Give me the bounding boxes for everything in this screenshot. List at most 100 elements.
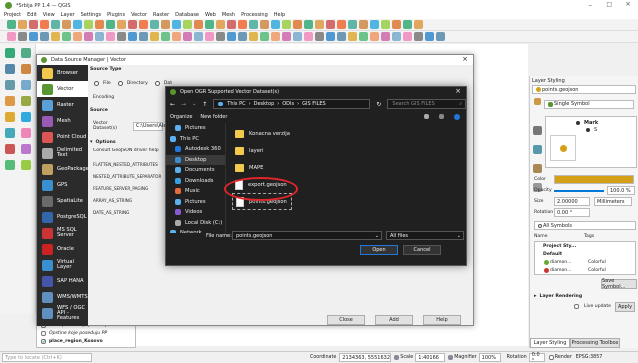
add-layer-tool-icon[interactable]	[5, 96, 15, 106]
sidebar-item-virtual-layer[interactable]: Virtual Layer	[37, 257, 88, 273]
toolbar-tool-icon[interactable]	[392, 32, 401, 41]
dsm-close-icon[interactable]: ×	[462, 55, 468, 63]
toolbar-tool-icon[interactable]	[194, 32, 203, 41]
toolbar-tool-icon[interactable]	[161, 20, 170, 29]
add-layer-tool-icon[interactable]	[5, 112, 15, 122]
toolbar-tool-icon[interactable]	[238, 20, 247, 29]
toolbar-tool-icon[interactable]	[414, 32, 423, 41]
toolbar-tool-icon[interactable]	[271, 32, 280, 41]
cancel-button[interactable]: Cancel	[403, 245, 441, 255]
menu-plugins[interactable]: Plugins	[107, 12, 125, 18]
toolbar-tool-icon[interactable]	[84, 20, 93, 29]
nav-item-documents[interactable]: Documents	[166, 165, 225, 176]
toolbar-tool-icon[interactable]	[73, 32, 82, 41]
coordinate-field[interactable]: 2134363, 5551632	[339, 353, 392, 362]
toolbar-tool-icon[interactable]	[183, 20, 192, 29]
toolbar-tool-icon[interactable]	[51, 20, 60, 29]
add-layer-tool-icon[interactable]	[21, 80, 31, 90]
toolbar-tool-icon[interactable]	[436, 32, 445, 41]
toolbar-tool-icon[interactable]	[161, 32, 170, 41]
file-list-item[interactable]: Konacna verzija	[232, 125, 462, 142]
toolbar-tool-icon[interactable]	[282, 32, 291, 41]
renderer-combo[interactable]: Single Symbol	[544, 99, 634, 109]
consult-link[interactable]: Consult GeoJSON driver help page	[90, 148, 160, 158]
toolbar-tool-icon[interactable]	[260, 32, 269, 41]
toolbar-tool-icon[interactable]	[7, 32, 16, 41]
open-button[interactable]: Open	[360, 245, 398, 255]
opacity-spinbox[interactable]: 100.0 %	[607, 186, 635, 195]
toolbar-tool-icon[interactable]	[117, 32, 126, 41]
add-layer-tool-icon[interactable]	[5, 160, 15, 170]
close-button[interactable]: Close	[327, 315, 365, 325]
radio-file[interactable]	[94, 80, 99, 86]
toolbar-tool-icon[interactable]	[304, 32, 313, 41]
toolbar-tool-icon[interactable]	[403, 20, 412, 29]
view-icon[interactable]	[424, 114, 429, 119]
toolbar-tool-icon[interactable]	[62, 32, 71, 41]
add-layer-tool-icon[interactable]	[21, 96, 31, 106]
sidebar-item-oracle[interactable]: Oracle	[37, 241, 88, 257]
menu-project[interactable]: Project	[4, 12, 21, 18]
menu-database[interactable]: Database	[175, 12, 199, 18]
unit-combo[interactable]: Millimeters	[594, 197, 632, 206]
toolbar-tool-icon[interactable]	[150, 32, 159, 41]
toolbar-tool-icon[interactable]	[348, 32, 357, 41]
toolbar-tool-icon[interactable]	[260, 20, 269, 29]
sidebar-item-delimited-text[interactable]: Delimited Text	[37, 145, 88, 161]
maximize-button[interactable]: □	[606, 1, 612, 8]
add-layer-tool-icon[interactable]	[5, 128, 15, 138]
ogr-close-icon[interactable]: ×	[455, 87, 461, 95]
sidebar-item-mesh[interactable]: Mesh	[37, 113, 88, 129]
help-button[interactable]: Help	[423, 315, 461, 325]
apply-button[interactable]: Apply	[615, 301, 635, 312]
toolbar-tool-icon[interactable]	[205, 20, 214, 29]
toolbar-tool-icon[interactable]	[51, 32, 60, 41]
sidebar-item-browser[interactable]: Browser	[37, 65, 88, 81]
render-checkbox-icon[interactable]	[548, 355, 554, 360]
save-symbol-button[interactable]: Save Symbol...	[601, 278, 637, 290]
checkbox-icon[interactable]	[41, 330, 46, 336]
file-name-input[interactable]: points.geojson ⌄	[232, 231, 382, 240]
toolbar-tool-icon[interactable]	[139, 32, 148, 41]
nav-item-downloads[interactable]: Downloads	[166, 176, 225, 187]
toolbar-tool-icon[interactable]	[348, 20, 357, 29]
opacity-slider[interactable]	[554, 189, 604, 192]
toolbar-tool-icon[interactable]	[139, 20, 148, 29]
sidebar-item-spatialite[interactable]: SpatiaLite	[37, 193, 88, 209]
symbol-search-combo[interactable]: All Symbols	[534, 221, 636, 230]
toolbar-tool-icon[interactable]	[18, 32, 27, 41]
tab-processing-toolbox[interactable]: Processing Toolbox	[570, 338, 620, 348]
toolbar-tool-icon[interactable]	[106, 32, 115, 41]
toolbar-tool-icon[interactable]	[227, 32, 236, 41]
nav-item-this-pc[interactable]: This PC	[166, 134, 225, 145]
toolbar-tool-icon[interactable]	[370, 20, 379, 29]
back-icon[interactable]: ←	[170, 101, 175, 108]
toolbar-tool-icon[interactable]	[40, 32, 49, 41]
layer-item[interactable]: Opstine koje poseduju PP	[40, 329, 132, 337]
3d-icon[interactable]	[533, 164, 542, 173]
sidebar-item-sap-hana[interactable]: SAP HANA	[37, 273, 88, 289]
toolbar-tool-icon[interactable]	[128, 32, 137, 41]
toolbar-tool-icon[interactable]	[29, 32, 38, 41]
labels-icon[interactable]	[533, 126, 542, 135]
menu-layer[interactable]: Layer	[61, 12, 75, 18]
toolbar-tool-icon[interactable]	[326, 32, 335, 41]
menu-vector[interactable]: Vector	[131, 12, 147, 18]
rotation-spinbox[interactable]: 0.00 °	[554, 208, 590, 217]
add-layer-tool-icon[interactable]	[21, 160, 31, 170]
nav-item-music[interactable]: Music	[166, 186, 225, 197]
file-type-select[interactable]: All files ⌄	[386, 231, 464, 240]
sidebar-item-wms-wmts[interactable]: WMS/WMTS	[37, 289, 88, 305]
toolbar-tool-icon[interactable]	[425, 32, 434, 41]
file-list-item[interactable]: MAPE	[232, 159, 462, 176]
sidebar-item-point-cloud[interactable]: Point Cloud	[37, 129, 88, 145]
locate-input[interactable]: Type to locate (Ctrl+K)	[2, 353, 92, 362]
radio-database[interactable]	[154, 80, 160, 86]
magnifier-spinbox[interactable]: 100%	[478, 353, 501, 362]
toolbar-tool-icon[interactable]	[227, 20, 236, 29]
checkbox-checked-icon[interactable]	[573, 304, 579, 309]
toolbar-tool-icon[interactable]	[249, 20, 258, 29]
minimize-button[interactable]: –	[589, 1, 593, 9]
toolbar-tool-icon[interactable]	[282, 20, 291, 29]
scale-combo[interactable]: 1:40166	[415, 353, 446, 362]
